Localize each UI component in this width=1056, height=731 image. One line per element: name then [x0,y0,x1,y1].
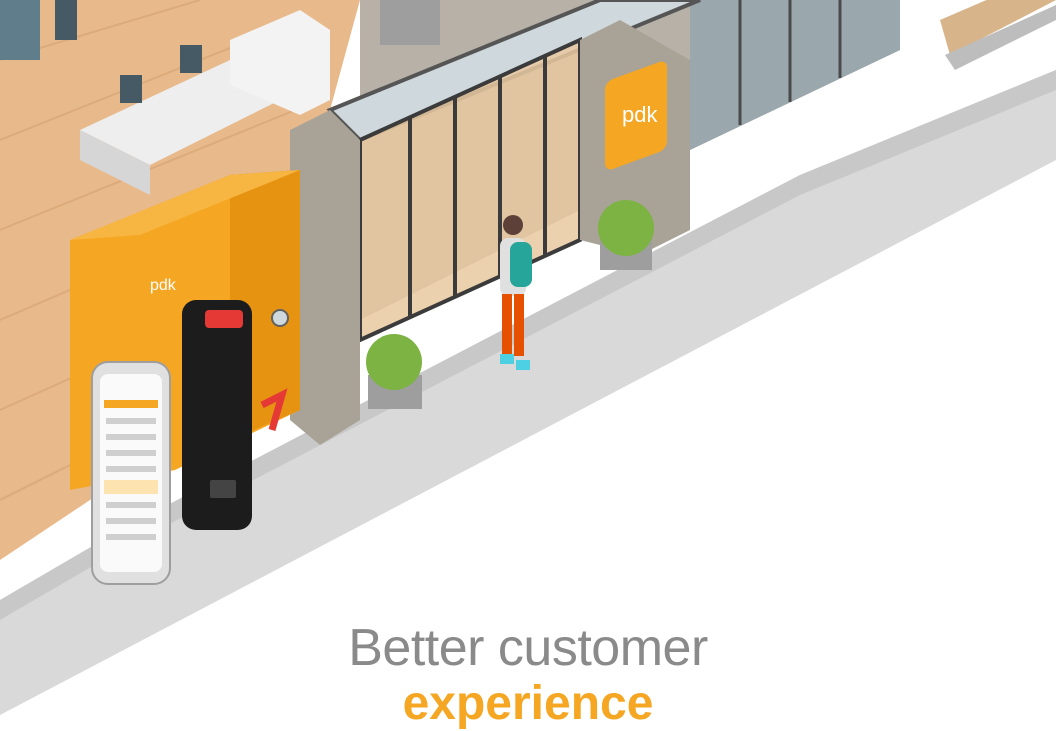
storefront-logo-text: pdk [622,102,658,127]
plant-pot-left [366,334,422,409]
card-reader-device [182,300,252,530]
office-illustration: pdk pdk [0,0,1056,715]
smartphone-app [91,361,171,585]
plant-pot-right [598,200,654,270]
stone-pillar-left [290,110,360,445]
headline-line-1: Better customer [348,619,708,677]
cabinet-logo-text: pdk [150,277,177,294]
headline-line-2: experience [402,677,654,730]
